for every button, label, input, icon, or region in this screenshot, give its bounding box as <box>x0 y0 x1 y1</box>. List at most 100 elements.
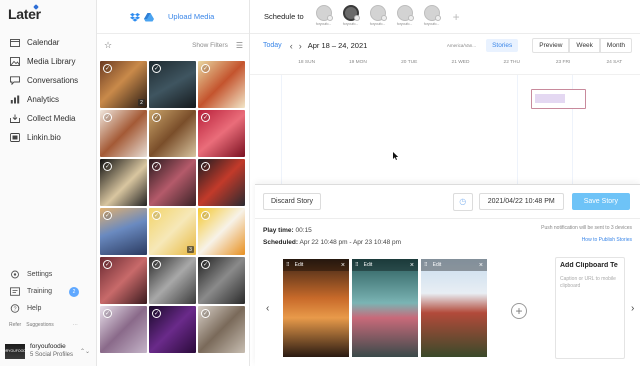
sidebar-item-settings[interactable]: Settings <box>0 266 97 283</box>
media-thumbnail[interactable]: ✓ <box>198 110 245 157</box>
day-header[interactable]: 18 SUN <box>281 57 332 74</box>
media-thumbnail[interactable]: ✓ <box>149 257 196 304</box>
edit-frame-button[interactable]: Edit <box>364 262 373 268</box>
timezone-select[interactable]: America/Van... <box>447 43 476 48</box>
chevron-right-icon[interactable]: › <box>299 41 302 51</box>
edit-frame-button[interactable]: Edit <box>295 262 304 268</box>
close-icon[interactable]: × <box>479 262 483 269</box>
view-week[interactable]: Week <box>569 38 600 53</box>
select-check-icon[interactable]: ✓ <box>152 113 161 122</box>
schedule-profile-avatar[interactable]: foryoufo... <box>420 4 444 29</box>
media-thumbnail[interactable]: ✓ <box>100 257 147 304</box>
select-check-icon[interactable]: ✓ <box>103 211 112 220</box>
google-drive-icon[interactable] <box>144 12 154 22</box>
edit-frame-button[interactable]: Edit <box>433 262 442 268</box>
media-thumbnail[interactable]: ✓ 3 <box>149 208 196 255</box>
schedule-profile-avatar[interactable]: foryoufo... <box>393 4 417 29</box>
media-thumbnail[interactable]: ✓ <box>198 306 245 353</box>
media-thumbnail[interactable]: ✓ <box>100 208 147 255</box>
day-header[interactable]: 24 SAT <box>589 57 640 74</box>
media-thumbnail[interactable]: ✓ <box>149 159 196 206</box>
sidebar-item-analytics[interactable]: Analytics <box>0 90 97 109</box>
select-check-icon[interactable]: ✓ <box>152 64 161 73</box>
media-thumbnail[interactable]: ✓ <box>149 61 196 108</box>
chevron-right-icon[interactable]: › <box>631 303 634 314</box>
day-header[interactable]: 22 THU <box>486 57 537 74</box>
drag-handle-icon[interactable]: ⠿ <box>424 262 428 268</box>
media-thumbnail[interactable]: ✓ <box>100 159 147 206</box>
select-check-icon[interactable]: ✓ <box>103 260 112 269</box>
more-icon[interactable]: ··· <box>73 322 78 328</box>
add-profile-icon[interactable]: + <box>453 10 460 24</box>
upload-media-link[interactable]: Upload Media <box>168 12 214 21</box>
save-story-button[interactable]: Save Story <box>571 193 630 210</box>
select-check-icon[interactable]: ✓ <box>201 309 210 318</box>
day-header[interactable]: 23 FRI <box>537 57 588 74</box>
view-preview[interactable]: Preview <box>532 38 570 53</box>
select-check-icon[interactable]: ✓ <box>201 211 210 220</box>
media-thumbnail[interactable]: ✓ <box>198 61 245 108</box>
schedule-profile-avatar[interactable]: foryoufo... <box>366 4 390 29</box>
media-thumbnail[interactable]: ✓ <box>198 208 245 255</box>
select-check-icon[interactable]: ✓ <box>103 113 112 122</box>
day-label: 22 THU <box>503 60 520 65</box>
sidebar-item-calendar[interactable]: Calendar <box>0 33 97 52</box>
today-button[interactable]: Today <box>263 42 282 49</box>
schedule-datetime-input[interactable]: 2021/04/22 10:48 PM <box>478 193 564 210</box>
media-thumbnail[interactable]: ✓ <box>100 306 147 353</box>
discard-story-button[interactable]: Discard Story <box>263 193 322 210</box>
story-frame[interactable]: ⠿ Edit × <box>283 259 349 357</box>
select-check-icon[interactable]: ✓ <box>201 260 210 269</box>
select-check-icon[interactable]: ✓ <box>152 211 161 220</box>
select-check-icon[interactable]: ✓ <box>103 309 112 318</box>
day-header[interactable]: 20 TUE <box>384 57 435 74</box>
calendar-body[interactable] <box>250 75 640 185</box>
stories-toggle[interactable]: Stories <box>486 39 519 52</box>
suggestions-link[interactable]: Suggestions <box>26 322 54 328</box>
select-check-icon[interactable]: ✓ <box>103 64 112 73</box>
clipboard-text-panel[interactable]: Add Clipboard Te Caption or URL to mobil… <box>555 257 625 359</box>
select-check-icon[interactable]: ✓ <box>201 162 210 171</box>
scheduled-story-event[interactable] <box>531 89 586 109</box>
select-check-icon[interactable]: ✓ <box>201 64 210 73</box>
show-filters-button[interactable]: Show Filters <box>192 42 228 49</box>
profile-switcher[interactable]: FORYOUFOODIE foryoufoodie 5 Social Profi… <box>1 341 95 361</box>
story-frame[interactable]: ⠿ Edit × <box>421 259 487 357</box>
sidebar-item-media-library[interactable]: Media Library <box>0 52 97 71</box>
sidebar-item-training[interactable]: Training 2 <box>0 283 97 300</box>
media-thumbnail[interactable]: ✓ <box>149 110 196 157</box>
schedule-profile-avatar[interactable]: foryoufo... <box>339 4 363 29</box>
view-month[interactable]: Month <box>599 38 632 53</box>
drag-handle-icon[interactable]: ⠿ <box>355 262 359 268</box>
media-thumbnail[interactable]: ✓ <box>100 110 147 157</box>
dropbox-icon[interactable] <box>130 12 140 22</box>
clock-icon[interactable]: ◷ <box>452 192 473 211</box>
media-thumbnail[interactable]: ✓ <box>198 159 245 206</box>
media-thumbnail[interactable]: ✓ <box>198 257 245 304</box>
refer-link[interactable]: Refer <box>9 322 21 328</box>
select-check-icon[interactable]: ✓ <box>152 260 161 269</box>
chevron-left-icon[interactable]: ‹ <box>266 303 269 314</box>
chevron-left-icon[interactable]: ‹ <box>290 41 293 51</box>
media-thumbnail[interactable]: ✓ <box>149 306 196 353</box>
sidebar-item-collect-media[interactable]: Collect Media <box>0 109 97 128</box>
select-check-icon[interactable]: ✓ <box>103 162 112 171</box>
story-frame[interactable]: ⠿ Edit × <box>352 259 418 357</box>
select-check-icon[interactable]: ✓ <box>152 162 161 171</box>
how-to-publish-link[interactable]: How to Publish Stories <box>582 237 632 243</box>
media-thumbnail[interactable]: ✓ 2 <box>100 61 147 108</box>
day-header[interactable]: 21 WED <box>435 57 486 74</box>
close-icon[interactable]: × <box>341 262 345 269</box>
schedule-profile-avatar[interactable]: foryoufo... <box>312 4 336 29</box>
add-frame-button[interactable]: + <box>511 303 527 319</box>
close-icon[interactable]: × <box>410 262 414 269</box>
day-header[interactable]: 19 MON <box>332 57 383 74</box>
sidebar-item-linkinbio[interactable]: Linkin.bio <box>0 128 97 147</box>
sliders-icon[interactable]: ☰ <box>236 41 243 50</box>
drag-handle-icon[interactable]: ⠿ <box>286 262 290 268</box>
select-check-icon[interactable]: ✓ <box>201 113 210 122</box>
select-check-icon[interactable]: ✓ <box>152 309 161 318</box>
star-icon[interactable]: ☆ <box>104 40 112 51</box>
sidebar-item-conversations[interactable]: Conversations <box>0 71 97 90</box>
sidebar-item-help[interactable]: ? Help <box>0 300 97 317</box>
